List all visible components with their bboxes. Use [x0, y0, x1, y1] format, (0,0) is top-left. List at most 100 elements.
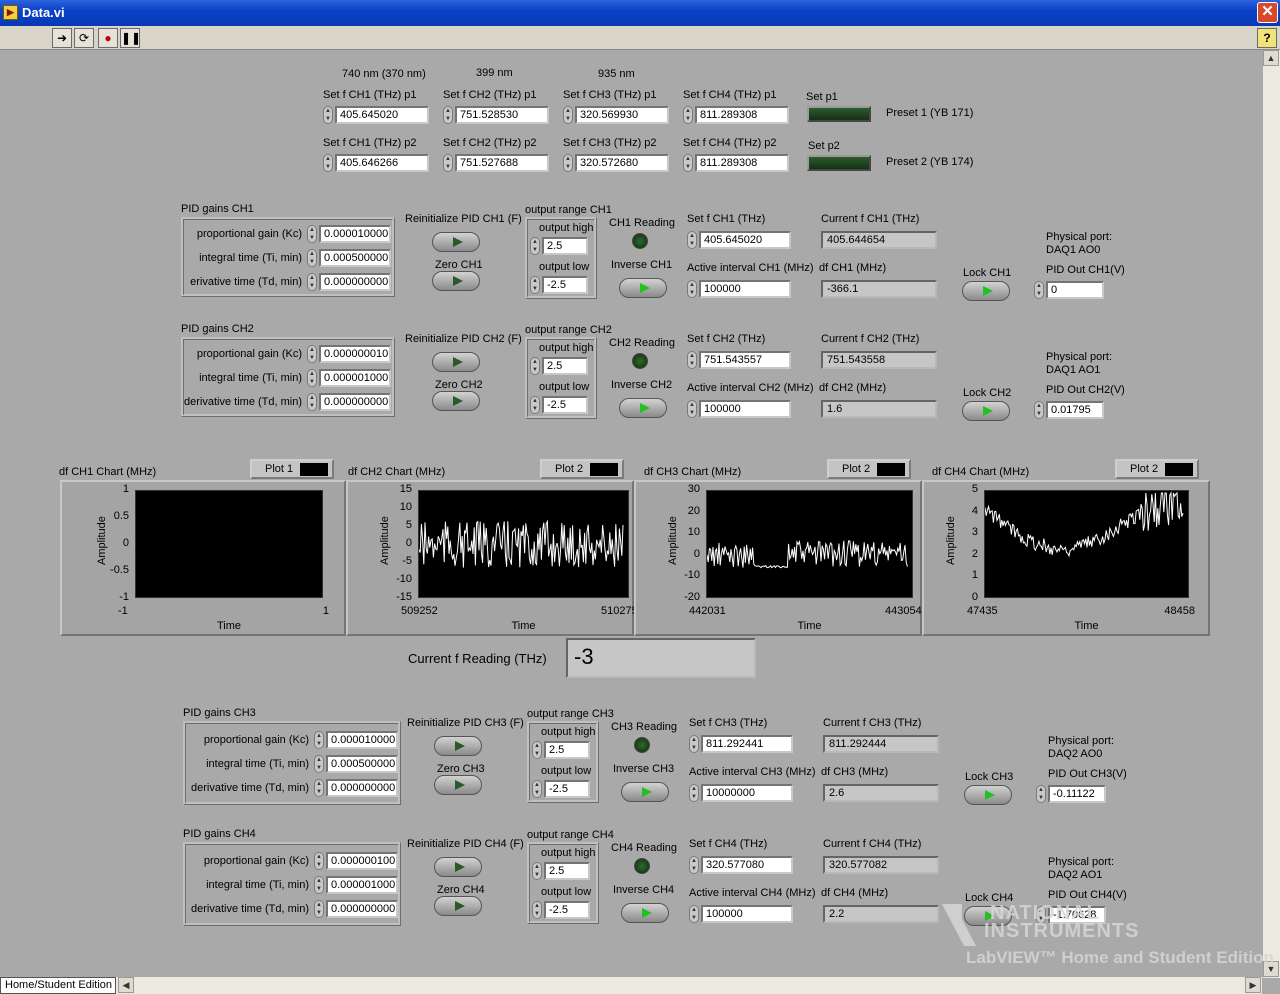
- active-interval-ch4[interactable]: 100000: [701, 905, 793, 923]
- pid-out-ch2[interactable]: 0.01795: [1046, 401, 1104, 419]
- pid-kc-ch3[interactable]: 0.000010000: [326, 731, 398, 749]
- reinit-pid-button-ch2[interactable]: [432, 352, 480, 372]
- active-interval-ch2[interactable]: 100000: [699, 400, 791, 418]
- preset-p1-ch2-value[interactable]: 751.528530: [455, 106, 549, 124]
- output-low-ch2[interactable]: -2.5: [542, 396, 588, 414]
- preset-p1-ch1-control[interactable]: ▲ ▼ 405.645020: [323, 106, 429, 124]
- chart-legend-ch4[interactable]: Plot 2: [1115, 459, 1199, 479]
- spin-arrows-icon[interactable]: ▲ ▼: [687, 280, 697, 298]
- lock-button-ch2[interactable]: [962, 401, 1010, 421]
- pid-kc-ch2-control[interactable]: ▲ ▼ 0.000000010: [307, 345, 391, 363]
- pause-icon[interactable]: ❚❚: [120, 28, 141, 48]
- pid-ti-ch1[interactable]: 0.000500000: [319, 249, 391, 267]
- set-f-ch1[interactable]: 405.645020: [699, 231, 791, 249]
- set-p2-button[interactable]: [807, 155, 871, 171]
- inverse-button-ch4[interactable]: [621, 903, 669, 923]
- spin-arrows-icon[interactable]: ▲ ▼: [683, 106, 693, 124]
- pid-out-ch1[interactable]: 0: [1046, 281, 1104, 299]
- output-high-ch3[interactable]: 2.5: [544, 741, 590, 759]
- output-high-ch2-control[interactable]: ▲ ▼ 2.5: [530, 357, 588, 375]
- zero-button-ch3[interactable]: [434, 775, 482, 795]
- abort-icon[interactable]: ●: [98, 28, 118, 48]
- set-f-ch3-control[interactable]: ▲ ▼ 811.292441: [689, 735, 793, 753]
- pid-kc-ch4-control[interactable]: ▲ ▼ 0.000000100: [314, 852, 398, 870]
- spin-arrows-icon[interactable]: ▲ ▼: [307, 345, 317, 363]
- active-interval-ch4-control[interactable]: ▲ ▼ 100000: [689, 905, 793, 923]
- pid-kc-ch1-control[interactable]: ▲ ▼ 0.000010000: [307, 225, 391, 243]
- preset-p1-ch2-control[interactable]: ▲ ▼ 751.528530: [443, 106, 549, 124]
- spin-arrows-icon[interactable]: ▲ ▼: [1036, 785, 1046, 803]
- pid-td-ch2[interactable]: 0.000000000: [319, 393, 391, 411]
- pid-kc-ch3-control[interactable]: ▲ ▼ 0.000010000: [314, 731, 398, 749]
- output-low-ch1-control[interactable]: ▲ ▼ -2.5: [530, 276, 588, 294]
- active-interval-ch2-control[interactable]: ▲ ▼ 100000: [687, 400, 791, 418]
- spin-arrows-icon[interactable]: ▲ ▼: [532, 780, 542, 798]
- spin-arrows-icon[interactable]: ▲ ▼: [532, 901, 542, 919]
- pid-kc-ch1[interactable]: 0.000010000: [319, 225, 391, 243]
- close-button[interactable]: ✕: [1257, 2, 1278, 23]
- active-interval-ch3[interactable]: 10000000: [701, 784, 793, 802]
- set-f-ch2[interactable]: 751.543557: [699, 351, 791, 369]
- pid-out-ch1-control[interactable]: ▲ ▼ 0: [1034, 281, 1104, 299]
- set-f-ch1-control[interactable]: ▲ ▼ 405.645020: [687, 231, 791, 249]
- spin-arrows-icon[interactable]: ▲ ▼: [532, 741, 542, 759]
- run-arrow-icon[interactable]: ➜: [52, 28, 72, 48]
- spin-arrows-icon[interactable]: ▲ ▼: [689, 856, 699, 874]
- chart-legend-ch1[interactable]: Plot 1: [250, 459, 334, 479]
- spin-arrows-icon[interactable]: ▲ ▼: [443, 106, 453, 124]
- preset-p1-ch3-control[interactable]: ▲ ▼ 320.569930: [563, 106, 669, 124]
- preset-p1-ch4-control[interactable]: ▲ ▼ 811.289308: [683, 106, 789, 124]
- spin-arrows-icon[interactable]: ▲ ▼: [530, 276, 540, 294]
- pid-ti-ch2-control[interactable]: ▲ ▼ 0.000001000: [307, 369, 391, 387]
- inverse-button-ch1[interactable]: [619, 278, 667, 298]
- pid-td-ch1[interactable]: 0.000000000: [319, 273, 391, 291]
- output-high-ch1-control[interactable]: ▲ ▼ 2.5: [530, 237, 588, 255]
- pid-td-ch3-control[interactable]: ▲ ▼ 0.000000000: [314, 779, 398, 797]
- zero-button-ch1[interactable]: [432, 271, 480, 291]
- lock-button-ch1[interactable]: [962, 281, 1010, 301]
- pid-kc-ch2[interactable]: 0.000000010: [319, 345, 391, 363]
- output-high-ch4-control[interactable]: ▲ ▼ 2.5: [532, 862, 590, 880]
- spin-arrows-icon[interactable]: ▲ ▼: [530, 396, 540, 414]
- zero-button-ch2[interactable]: [432, 391, 480, 411]
- pid-td-ch4[interactable]: 0.000000000: [326, 900, 398, 918]
- vertical-scrollbar[interactable]: ▲ ▼: [1263, 50, 1280, 978]
- output-low-ch4-control[interactable]: ▲ ▼ -2.5: [532, 901, 590, 919]
- scroll-up-icon[interactable]: ▲: [1263, 50, 1279, 66]
- preset-p2-ch1-value[interactable]: 405.646266: [335, 154, 429, 172]
- spin-arrows-icon[interactable]: ▲ ▼: [307, 273, 317, 291]
- run-continuously-icon[interactable]: ⟳: [74, 28, 94, 48]
- preset-p2-ch2-value[interactable]: 751.527688: [455, 154, 549, 172]
- spin-arrows-icon[interactable]: ▲ ▼: [563, 106, 573, 124]
- pid-td-ch3[interactable]: 0.000000000: [326, 779, 398, 797]
- zero-button-ch4[interactable]: [434, 896, 482, 916]
- spin-arrows-icon[interactable]: ▲ ▼: [323, 106, 333, 124]
- pid-out-ch3-control[interactable]: ▲ ▼ -0.11122: [1036, 785, 1106, 803]
- pid-ti-ch1-control[interactable]: ▲ ▼ 0.000500000: [307, 249, 391, 267]
- spin-arrows-icon[interactable]: ▲ ▼: [689, 905, 699, 923]
- active-interval-ch1[interactable]: 100000: [699, 280, 791, 298]
- inverse-button-ch3[interactable]: [621, 782, 669, 802]
- chart-legend-ch2[interactable]: Plot 2: [540, 459, 624, 479]
- preset-p2-ch3-control[interactable]: ▲ ▼ 320.572680: [563, 154, 669, 172]
- chart-legend-ch3[interactable]: Plot 2: [827, 459, 911, 479]
- set-f-ch3[interactable]: 811.292441: [701, 735, 793, 753]
- output-high-ch2[interactable]: 2.5: [542, 357, 588, 375]
- spin-arrows-icon[interactable]: ▲ ▼: [314, 876, 324, 894]
- output-low-ch4[interactable]: -2.5: [544, 901, 590, 919]
- reinit-pid-button-ch4[interactable]: [434, 857, 482, 877]
- spin-arrows-icon[interactable]: ▲ ▼: [687, 231, 697, 249]
- pid-out-ch3[interactable]: -0.11122: [1048, 785, 1106, 803]
- spin-arrows-icon[interactable]: ▲ ▼: [314, 779, 324, 797]
- spin-arrows-icon[interactable]: ▲ ▼: [689, 784, 699, 802]
- horizontal-scrollbar[interactable]: ◀ ▶: [0, 977, 1262, 994]
- pid-ti-ch2[interactable]: 0.000001000: [319, 369, 391, 387]
- spin-arrows-icon[interactable]: ▲ ▼: [530, 357, 540, 375]
- preset-p1-ch4-value[interactable]: 811.289308: [695, 106, 789, 124]
- reinit-pid-button-ch1[interactable]: [432, 232, 480, 252]
- output-low-ch3[interactable]: -2.5: [544, 780, 590, 798]
- spin-arrows-icon[interactable]: ▲ ▼: [307, 249, 317, 267]
- pid-ti-ch4-control[interactable]: ▲ ▼ 0.000001000: [314, 876, 398, 894]
- spin-arrows-icon[interactable]: ▲ ▼: [307, 393, 317, 411]
- output-low-ch2-control[interactable]: ▲ ▼ -2.5: [530, 396, 588, 414]
